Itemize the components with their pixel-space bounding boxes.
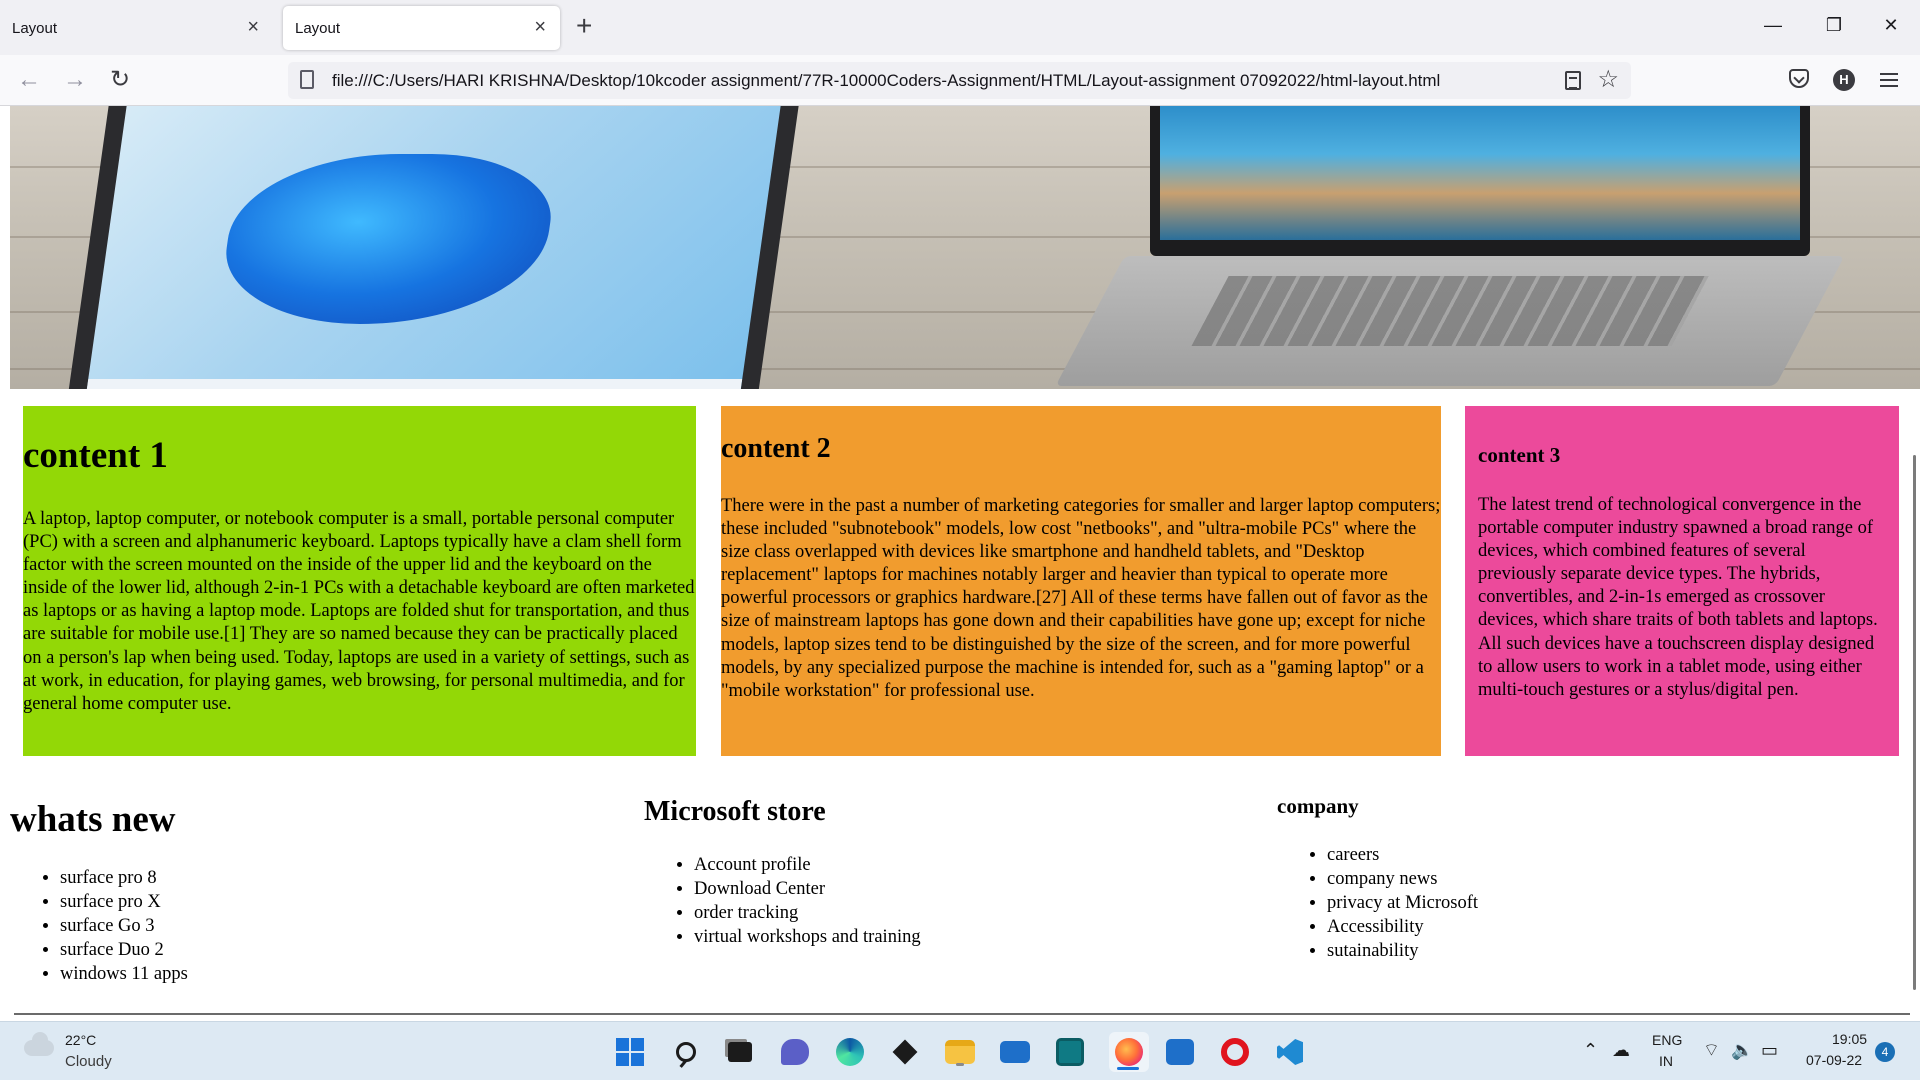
content-heading: content 2 <box>721 433 831 464</box>
footer-whats-new: whats new surface pro 8 surface pro X su… <box>10 798 188 986</box>
windows-taskbar: 22°C Cloudy ⌃ ☁ ENG IN ⌔ 🔈 ▭ 19:05 07-09… <box>0 1021 1920 1080</box>
bookmark-star-icon[interactable]: ☆ <box>1597 66 1619 94</box>
vscode-icon[interactable] <box>1274 1036 1306 1068</box>
cloud-icon[interactable] <box>24 1032 54 1056</box>
clock-date[interactable]: 07-09-22 <box>1806 1052 1862 1068</box>
start-icon[interactable] <box>614 1036 646 1068</box>
edge-icon[interactable] <box>834 1036 866 1068</box>
opera-icon[interactable] <box>1219 1036 1251 1068</box>
content-paragraph: The latest trend of technological conver… <box>1478 495 1878 700</box>
footer-list: Account profile Download Center order tr… <box>644 853 921 949</box>
new-tab-button[interactable]: + <box>576 12 592 40</box>
list-item: virtual workshops and training <box>694 925 921 949</box>
list-item: Account profile <box>694 853 921 877</box>
footer-company: company careers company news privacy at … <box>1277 793 1478 963</box>
app-icon[interactable] <box>1054 1036 1086 1068</box>
list-item: company news <box>1327 867 1478 891</box>
hero-image <box>10 106 1920 389</box>
teams-chat-icon[interactable] <box>779 1036 811 1068</box>
firefox-icon[interactable] <box>1109 1032 1149 1072</box>
url-text[interactable]: file:///C:/Users/HARI KRISHNA/Desktop/10… <box>332 71 1440 91</box>
list-item: Download Center <box>694 877 921 901</box>
content-paragraph: There were in the past a number of marke… <box>721 496 1441 701</box>
list-item: surface pro X <box>60 890 188 914</box>
wifi-icon[interactable]: ⌔ <box>1703 1040 1720 1060</box>
windows-bloom-wallpaper <box>215 154 560 324</box>
content-box-2: content 2 There were in the past a numbe… <box>721 406 1441 756</box>
footer-list: careers company news privacy at Microsof… <box>1277 843 1478 963</box>
battery-icon[interactable]: ▭ <box>1761 1040 1778 1060</box>
footer-heading: whats new <box>10 799 176 840</box>
laptop-device <box>1055 106 1845 386</box>
close-window-button[interactable]: ✕ <box>1879 14 1903 36</box>
tab-title: Layout <box>12 19 58 37</box>
footer-list: surface pro 8 surface pro X surface Go 3… <box>10 866 188 986</box>
reader-view-icon[interactable] <box>1565 71 1581 90</box>
list-item: surface Go 3 <box>60 914 188 938</box>
content-box-3: content 3 The latest trend of technologi… <box>1465 406 1899 756</box>
restore-button[interactable]: ❐ <box>1822 14 1846 36</box>
tablet-device <box>65 106 805 389</box>
tab-strip: Layout × Layout × + — ❐ ✕ <box>0 0 1920 55</box>
list-item: surface Duo 2 <box>60 938 188 962</box>
search-icon[interactable] <box>670 1036 702 1068</box>
dropbox-icon[interactable] <box>889 1036 921 1068</box>
minimize-button[interactable]: — <box>1761 14 1785 36</box>
footer-heading: Microsoft store <box>644 796 826 827</box>
task-view-icon[interactable] <box>724 1036 756 1068</box>
language-indicator[interactable]: ENG <box>1652 1032 1682 1048</box>
address-bar[interactable]: file:///C:/Users/HARI KRISHNA/Desktop/10… <box>288 62 1631 99</box>
hamburger-menu-icon[interactable] <box>1880 69 1898 91</box>
content-heading: content 3 <box>1478 443 1561 467</box>
clock-time[interactable]: 19:05 <box>1832 1031 1867 1047</box>
volume-icon[interactable]: 🔈 <box>1731 1040 1753 1060</box>
page-scrollbar[interactable] <box>1913 455 1916 990</box>
reload-button[interactable]: ↻ <box>105 67 135 93</box>
list-item: privacy at Microsoft <box>1327 891 1478 915</box>
list-item: order tracking <box>694 901 921 925</box>
mail-icon[interactable] <box>999 1036 1031 1068</box>
store-icon[interactable] <box>1164 1036 1196 1068</box>
weather-description[interactable]: Cloudy <box>65 1053 112 1070</box>
file-icon <box>300 70 314 89</box>
content-paragraph: A laptop, laptop computer, or notebook c… <box>23 509 695 714</box>
navigation-toolbar: ← → ↻ file:///C:/Users/HARI KRISHNA/Desk… <box>0 55 1920 106</box>
tab-title: Layout <box>295 19 341 37</box>
content-box-1: content 1 A laptop, laptop computer, or … <box>23 406 696 756</box>
onedrive-icon[interactable]: ☁ <box>1612 1040 1630 1060</box>
tab-layout-2-active[interactable]: Layout × <box>283 6 560 50</box>
notification-badge[interactable]: 4 <box>1875 1042 1895 1062</box>
footer-microsoft-store: Microsoft store Account profile Download… <box>644 795 921 949</box>
forward-button[interactable]: → <box>60 67 90 93</box>
pocket-icon[interactable] <box>1789 69 1809 88</box>
content-heading: content 1 <box>23 435 168 476</box>
horizontal-rule <box>14 1013 1910 1015</box>
close-tab-icon[interactable]: × <box>247 17 259 37</box>
list-item: windows 11 apps <box>60 962 188 986</box>
account-avatar[interactable]: H <box>1833 69 1855 91</box>
region-indicator[interactable]: IN <box>1659 1053 1673 1069</box>
file-explorer-icon[interactable] <box>944 1036 976 1068</box>
list-item: sutainability <box>1327 939 1478 963</box>
list-item: careers <box>1327 843 1478 867</box>
close-tab-icon[interactable]: × <box>534 17 546 37</box>
list-item: surface pro 8 <box>60 866 188 890</box>
list-item: Accessibility <box>1327 915 1478 939</box>
footer-heading: company <box>1277 794 1359 818</box>
back-button[interactable]: ← <box>14 67 44 93</box>
weather-temperature[interactable]: 22°C <box>65 1032 96 1048</box>
tab-layout-1[interactable]: Layout × <box>0 6 273 50</box>
chevron-up-icon[interactable]: ⌃ <box>1583 1040 1598 1060</box>
